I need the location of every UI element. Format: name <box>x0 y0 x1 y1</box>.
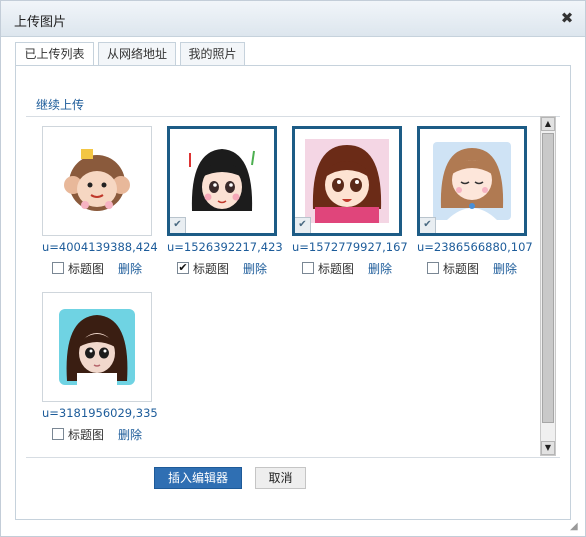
uploaded-list-panel: 继续上传 u=4004139388,424 标题图 删除 ✔ u=1526392… <box>15 65 571 520</box>
close-icon[interactable]: ✖ <box>558 9 576 27</box>
title-image-checkbox[interactable] <box>302 262 314 274</box>
image-item: u=3181956029,335 标题图 删除 <box>42 292 166 450</box>
check-corner-icon: ✔ <box>420 217 436 233</box>
image-filename: u=1572779927,167 <box>292 240 408 254</box>
image-thumbnail[interactable] <box>42 126 152 236</box>
image-grid: u=4004139388,424 标题图 删除 ✔ u=1526392217,4… <box>30 126 535 456</box>
cartoon-girl-black-hair-icon <box>189 149 255 211</box>
insert-to-editor-button[interactable]: 插入编辑器 <box>154 467 242 489</box>
title-image-label: 标题图 <box>193 262 230 276</box>
delete-link[interactable]: 删除 <box>118 260 142 277</box>
delete-link[interactable]: 删除 <box>243 260 267 277</box>
scroll-up-icon[interactable]: ▲ <box>541 117 555 131</box>
image-thumbnail[interactable]: ✔ <box>167 126 277 236</box>
image-item: ✔ u=2386566880,107 标题图 删除 <box>417 126 541 284</box>
delete-link[interactable]: 删除 <box>368 260 392 277</box>
image-thumbnail[interactable]: ✔ <box>292 126 402 236</box>
title-image-checkbox[interactable] <box>52 262 64 274</box>
cartoon-monkey-icon <box>64 149 130 211</box>
image-filename: u=2386566880,107 <box>417 240 533 254</box>
tab-my-photos[interactable]: 我的照片 <box>180 42 245 66</box>
divider <box>26 116 560 117</box>
image-thumbnail[interactable]: ✔ <box>417 126 527 236</box>
scroll-down-icon[interactable]: ▼ <box>541 441 555 455</box>
image-item: ✔ u=1572779927,167 标题图 删除 <box>292 126 416 284</box>
title-image-checkbox[interactable] <box>427 262 439 274</box>
check-corner-icon: ✔ <box>170 217 186 233</box>
doll-photo-icon <box>59 309 135 385</box>
delete-link[interactable]: 删除 <box>118 426 142 443</box>
image-thumbnail[interactable] <box>42 292 152 402</box>
tab-uploaded-list[interactable]: 已上传列表 <box>15 42 94 66</box>
delete-link[interactable]: 删除 <box>493 260 517 277</box>
vertical-scrollbar[interactable]: ▲ ▼ <box>540 116 556 456</box>
image-filename: u=3181956029,335 <box>42 406 158 420</box>
divider <box>26 457 560 458</box>
dialog-title: 上传图片 <box>14 15 67 30</box>
title-image-checkbox[interactable] <box>52 428 64 440</box>
cartoon-girl-brown-hair-icon <box>305 139 389 223</box>
cancel-button[interactable]: 取消 <box>255 467 306 489</box>
resize-grip-icon[interactable]: ◢ <box>570 521 582 533</box>
title-image-checkbox[interactable]: ✔ <box>177 262 189 274</box>
image-filename: u=1526392217,423 <box>167 240 283 254</box>
scroll-thumb[interactable] <box>542 133 554 423</box>
dialog-titlebar[interactable]: 上传图片 ✖ <box>1 1 585 37</box>
image-item: u=4004139388,424 标题图 删除 <box>42 126 166 284</box>
title-image-label: 标题图 <box>68 428 105 442</box>
title-image-label: 标题图 <box>318 262 355 276</box>
cartoon-girl-blue-dress-icon <box>433 142 511 220</box>
check-corner-icon: ✔ <box>295 217 311 233</box>
tab-from-url[interactable]: 从网络地址 <box>98 42 176 66</box>
image-filename: u=4004139388,424 <box>42 240 158 254</box>
title-image-label: 标题图 <box>68 262 105 276</box>
image-item: ✔ u=1526392217,423 ✔ 标题图 删除 <box>167 126 291 284</box>
title-image-label: 标题图 <box>443 262 480 276</box>
continue-upload-link[interactable]: 继续上传 <box>36 96 84 113</box>
upload-image-dialog: 上传图片 ✖ 已上传列表 从网络地址 我的照片 继续上传 u=400413938… <box>0 0 586 537</box>
